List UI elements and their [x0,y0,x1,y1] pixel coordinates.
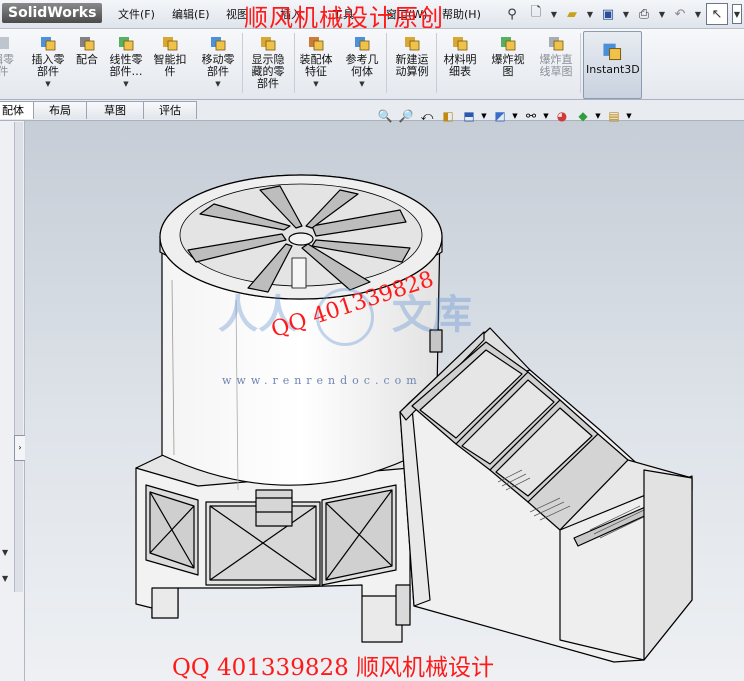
solidworks-window: SolidWorks 文件(F) 编辑(E) 视图 插入 工具 窗口(W) 帮助… [0,0,744,681]
mixer-machine [135,174,693,663]
bottom-caption: QQ 401339828 顺风机械设计 [172,655,495,681]
site-url-watermark: www.renrendoc.com [222,374,422,387]
